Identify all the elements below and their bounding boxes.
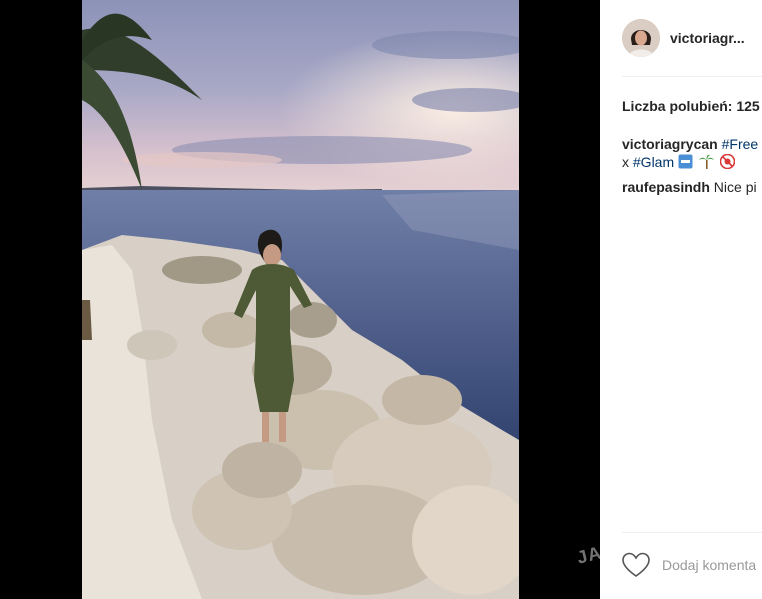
comment-author-link[interactable]: raufepasindh	[622, 179, 710, 195]
caption-line-1: victoriagrycan #Free	[622, 135, 758, 153]
comment-text: Nice pi	[713, 179, 757, 195]
palm-tree-emoji-icon	[698, 154, 714, 169]
avatar[interactable]	[622, 19, 660, 57]
heart-icon[interactable]	[622, 552, 650, 578]
header-divider	[622, 76, 762, 77]
username-link[interactable]: victoriagr...	[670, 30, 745, 46]
comment-item: raufepasindh Nice pi	[622, 178, 757, 196]
post-sidebar: victoriagr... Liczba polubień: 125 victo…	[600, 0, 762, 599]
caption-line-2: x #Glam	[622, 153, 737, 171]
post-photo[interactable]	[82, 0, 519, 599]
caption-text: x	[622, 154, 629, 170]
no-under-18-emoji-icon	[719, 154, 735, 169]
caption-hashtag-free[interactable]: #Free	[722, 136, 759, 152]
likes-count[interactable]: Liczba polubień: 125	[622, 98, 760, 114]
footer-divider	[622, 532, 762, 533]
caption-hashtag-glam[interactable]: #Glam	[633, 154, 674, 170]
caption-author-link[interactable]: victoriagrycan	[622, 136, 718, 152]
avatar-image	[622, 19, 660, 57]
post-footer: Dodaj komenta	[622, 552, 756, 578]
free-emoji-icon	[678, 154, 693, 169]
post-photo-pane	[0, 0, 600, 599]
post-header: victoriagr...	[622, 16, 762, 60]
add-comment-input[interactable]: Dodaj komenta	[662, 557, 756, 573]
photo-image	[82, 0, 519, 599]
